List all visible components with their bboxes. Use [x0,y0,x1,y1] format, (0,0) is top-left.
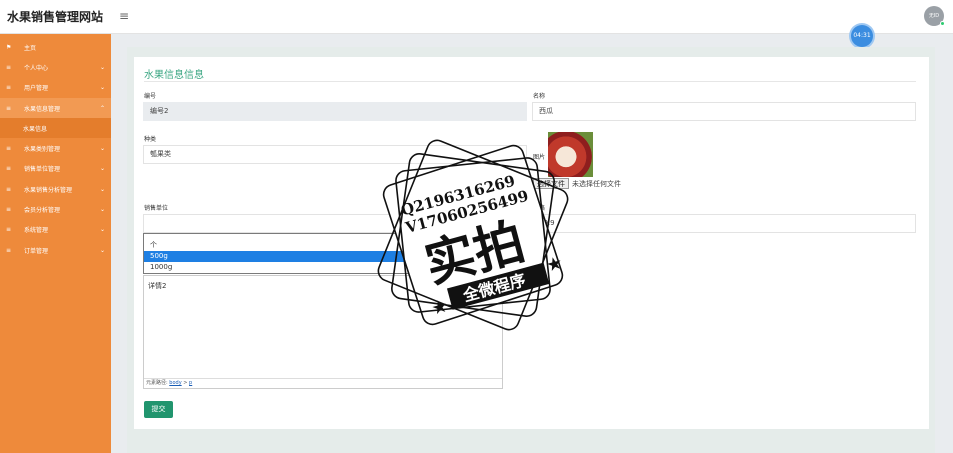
submit-button[interactable]: 提交 [144,401,173,418]
sidebar: ⚑ 主页 ≡ 个人中心 ⌄ ≡ 用户管理 ⌄ ≡ 水果信息管理 ⌃ 水果信息 ≡… [0,34,111,453]
list-icon: ≡ [6,84,12,92]
list-icon: ≡ [6,165,12,173]
sidebar-item-sales-analysis[interactable]: ≡ 水果销售分析管理 ⌄ [0,179,111,199]
sidebar-item-system[interactable]: ≡ 系统管理 ⌄ [0,220,111,240]
category-label: 种类 [144,136,157,143]
list-icon: ≡ [6,246,12,254]
list-icon: ≡ [6,145,12,153]
menu-icon[interactable]: ≡ [119,9,129,23]
sidebar-item-users[interactable]: ≡ 用户管理 ⌄ [0,78,111,98]
list-icon: ≡ [6,185,12,193]
number-label: 编号 [144,93,157,100]
sidebar-item-fruit-info[interactable]: ≡ 水果信息管理 ⌃ [0,97,111,119]
site-title: 水果销售管理网站 [7,10,104,24]
chevron-up-icon: ⌃ [99,104,105,112]
name-label: 名称 [533,93,546,100]
path-p-link[interactable]: p [189,380,192,386]
chevron-down-icon: ⌄ [99,226,105,234]
online-status-dot [940,21,945,26]
list-icon: ≡ [6,206,12,214]
chevron-down-icon: ⌄ [99,84,105,92]
number-field: 编号2 [143,102,527,121]
chevron-down-icon: ⌄ [99,145,105,153]
editor-path-bar: 元素路径: body > p [144,378,502,388]
chevron-down-icon: ⌄ [99,185,105,193]
sidebar-subitem-fruit-info[interactable]: 水果信息 [0,118,111,139]
clock-badge: 04:31 [851,25,873,47]
flag-icon: ⚑ [6,43,12,51]
chevron-down-icon: ⌄ [99,63,105,71]
path-body-link[interactable]: body [169,380,181,386]
list-icon: ≡ [6,226,12,234]
chevron-down-icon: ⌄ [99,206,105,214]
detail-text: 详情2 [148,282,167,290]
price-field[interactable]: 99.9 [532,214,916,233]
sidebar-item-profile[interactable]: ≡ 个人中心 ⌄ [0,57,111,77]
sidebar-item-sales-unit[interactable]: ≡ 销售单位管理 ⌄ [0,159,111,179]
title-divider [144,81,916,82]
chevron-down-icon: ⌄ [99,246,105,254]
list-icon: ≡ [6,104,12,112]
sidebar-item-home[interactable]: ⚑ 主页 [0,37,111,57]
watermark-stamp: Q2196316269 V17060256499 实拍 全微程序 ★ ★ [377,139,569,331]
chevron-down-icon: ⌄ [99,165,105,173]
sidebar-item-member-analysis[interactable]: ≡ 会员分析管理 ⌄ [0,199,111,219]
list-icon: ≡ [6,63,12,71]
top-header: 水果销售管理网站 ≡ 无ID [0,0,953,34]
sidebar-item-fruit-category[interactable]: ≡ 水果类别管理 ⌄ [0,138,111,158]
name-field[interactable]: 西瓜 [532,102,916,121]
sidebar-item-orders[interactable]: ≡ 订单管理 ⌄ [0,240,111,260]
page-title: 水果信息信息 [144,70,204,81]
file-status-text: 未选择任何文件 [572,180,621,188]
unit-label: 销售单位 [144,205,169,212]
